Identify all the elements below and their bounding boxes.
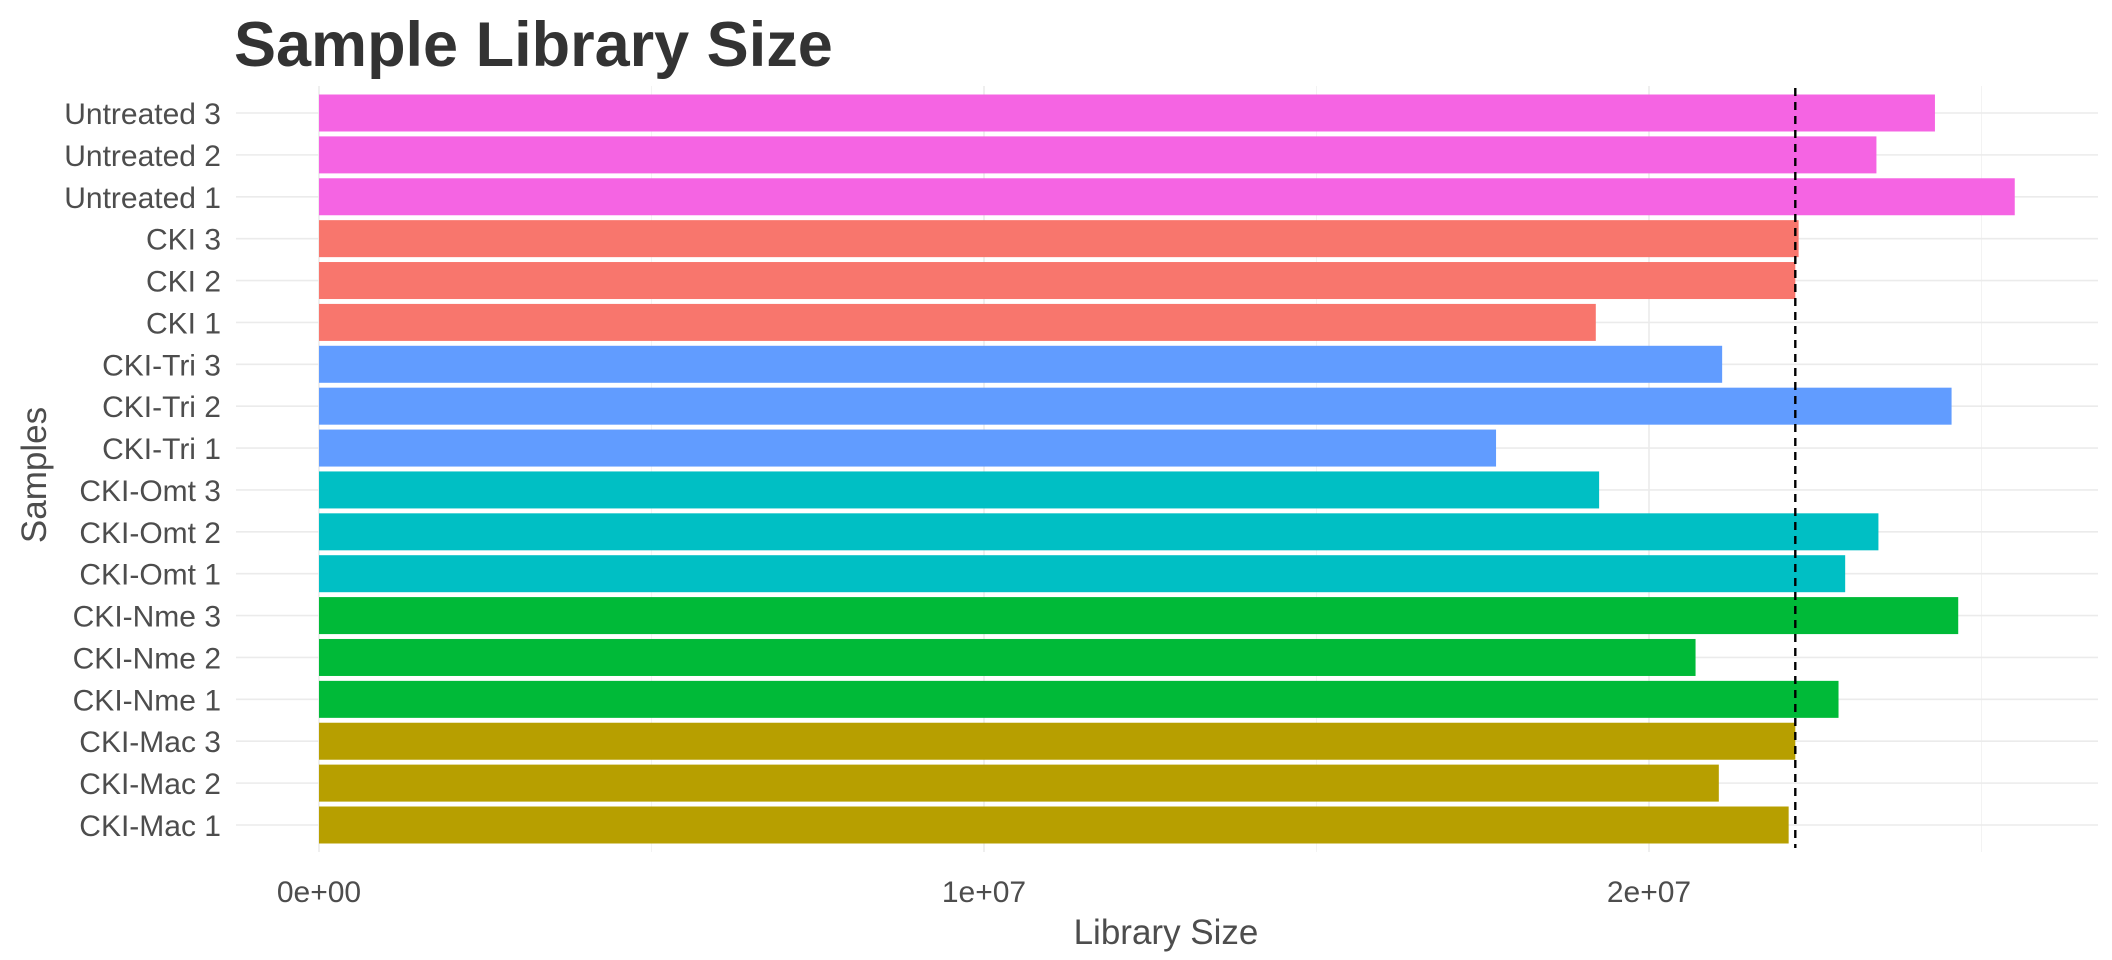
x-tick-label: 2e+07 bbox=[1607, 876, 1691, 909]
y-tick-label: CKI-Omt 1 bbox=[79, 559, 221, 592]
x-tick-label: 0e+00 bbox=[277, 876, 361, 909]
y-tick-label: CKI-Nme 1 bbox=[73, 684, 221, 717]
y-tick-label: CKI-Mac 3 bbox=[79, 726, 221, 759]
bar-untreated-1 bbox=[319, 178, 2015, 216]
bar-cki-3 bbox=[319, 220, 1799, 258]
bar-untreated-3 bbox=[319, 94, 1935, 132]
bar-cki-omt-3 bbox=[319, 471, 1600, 509]
bar-untreated-2 bbox=[319, 136, 1877, 174]
bar-cki-nme-3 bbox=[319, 597, 1959, 635]
bar-cki-mac-1 bbox=[319, 806, 1789, 844]
y-tick-label: Untreated 3 bbox=[64, 98, 221, 131]
y-tick-label: CKI-Tri 1 bbox=[102, 433, 221, 466]
x-tick-label: 1e+07 bbox=[942, 876, 1026, 909]
y-tick-label: CKI-Nme 2 bbox=[73, 642, 221, 675]
y-tick-label: CKI-Omt 3 bbox=[79, 475, 221, 508]
bar-cki-omt-1 bbox=[319, 555, 1846, 593]
y-tick-label: CKI-Nme 3 bbox=[73, 601, 221, 634]
library-size-chart: CKI-Mac 1 CKI-Mac 2 CKI-Mac 3 CKI-Nme 1 CKI-… bbox=[0, 0, 2112, 960]
y-tick-label: CKI-Mac 1 bbox=[79, 810, 221, 843]
bar-cki-omt-2 bbox=[319, 513, 1879, 551]
y-tick-label: Untreated 1 bbox=[64, 182, 221, 215]
y-tick-label: CKI-Tri 3 bbox=[102, 349, 221, 382]
y-tick-label: CKI-Omt 2 bbox=[79, 517, 221, 550]
bar-cki-mac-2 bbox=[319, 764, 1719, 802]
bar-cki-tri-2 bbox=[319, 387, 1952, 425]
bar-cki-tri-3 bbox=[319, 345, 1723, 383]
bar-cki-tri-1 bbox=[319, 429, 1497, 467]
bar-cki-nme-1 bbox=[319, 680, 1839, 718]
y-tick-label: Untreated 2 bbox=[64, 140, 221, 173]
x-axis-title: Library Size bbox=[1074, 913, 1259, 952]
y-tick-label: CKI-Mac 2 bbox=[79, 768, 221, 801]
bar-cki-nme-2 bbox=[319, 638, 1696, 676]
y-tick-label: CKI 2 bbox=[146, 266, 221, 299]
chart-title: Sample Library Size bbox=[234, 10, 833, 80]
y-tick-label: CKI 3 bbox=[146, 224, 221, 257]
y-tick-label: CKI-Tri 2 bbox=[102, 391, 221, 424]
bar-cki-1 bbox=[319, 303, 1596, 341]
y-axis-title: Samples bbox=[15, 407, 54, 543]
y-tick-label: CKI 1 bbox=[146, 307, 221, 340]
bar-cki-2 bbox=[319, 262, 1796, 300]
bar-cki-mac-3 bbox=[319, 722, 1796, 760]
